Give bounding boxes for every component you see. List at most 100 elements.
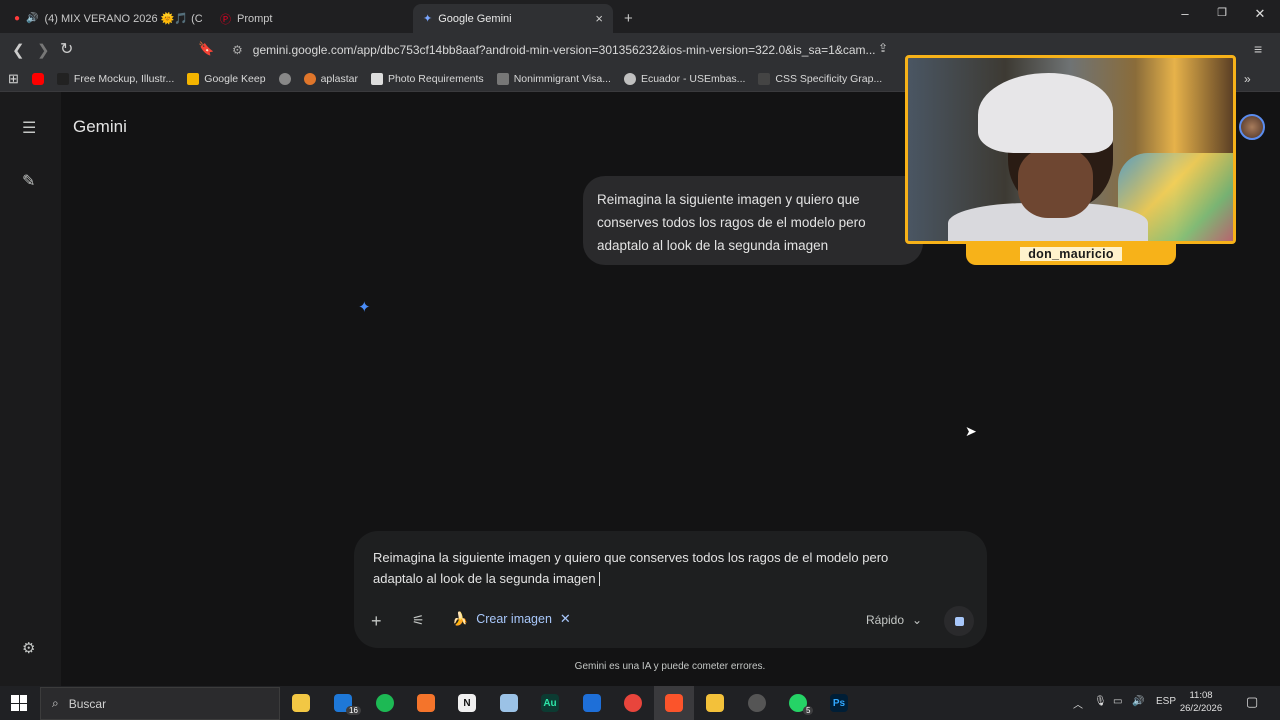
bookmark-item[interactable] <box>278 73 291 85</box>
stop-generation-button[interactable] <box>944 606 974 636</box>
app-icon[interactable] <box>748 694 766 712</box>
address-bar[interactable]: ⚙ gemini.google.com/app/dbc753cf14bb8aaf… <box>226 38 898 62</box>
bookmark-label: Free Mockup, Illustr... <box>73 73 175 85</box>
bookmark-label: CSS Specificity Grap... <box>775 73 883 85</box>
seal-icon <box>623 73 636 85</box>
app-title: Gemini <box>73 117 127 136</box>
minimize-icon[interactable]: – <box>1175 6 1195 21</box>
disclaimer-text: Gemini es una IA y puede cometer errores… <box>574 661 766 672</box>
clock[interactable]: 11:08 26/2/2026 <box>1178 689 1224 715</box>
webcam-face <box>1018 148 1093 218</box>
volume-icon[interactable]: 🔊 <box>1132 696 1144 707</box>
bookmark-icon <box>303 73 316 85</box>
new-tab-button[interactable]: + <box>620 4 644 33</box>
app-icon[interactable] <box>500 694 518 712</box>
page-icon <box>370 73 383 85</box>
prompt-input[interactable]: Reimagina la siguiente imagen y quiero q… <box>373 548 933 589</box>
back-icon[interactable]: ❮ <box>12 41 25 59</box>
tab-prompt[interactable]: Ⓟ Prompt <box>210 4 405 33</box>
bookmark-item[interactable]: Nonimmigrant Visa... <box>496 73 611 85</box>
gemini-icon: ✦ <box>423 13 433 25</box>
bookmark-label: Google Keep <box>204 73 266 85</box>
tab-gemini[interactable]: ✦ Google Gemini × <box>413 4 613 33</box>
more-bookmarks-icon[interactable]: » <box>1244 72 1251 86</box>
bookmark-label: aplastar <box>320 73 358 85</box>
youtube-icon <box>31 73 44 85</box>
webcam-cap <box>978 73 1113 153</box>
audition-icon[interactable]: Au <box>541 694 559 712</box>
mode-selector[interactable]: Rápido ⌄ <box>866 613 922 627</box>
gemini-sidebar: ☰ ✎ <box>0 92 61 686</box>
tab-label: Google Gemini <box>438 12 512 25</box>
bookmark-item[interactable]: Google Keep <box>187 73 266 85</box>
vscode-icon[interactable] <box>583 694 601 712</box>
streamer-nametag: don_mauricio <box>966 242 1176 265</box>
notifications-icon[interactable]: ▢ <box>1246 694 1258 710</box>
network-icon[interactable]: ▭ <box>1113 696 1122 707</box>
chip-label: Crear imagen <box>476 612 552 626</box>
prompt-composer[interactable]: Reimagina la siguiente imagen y quiero q… <box>354 531 987 648</box>
taskbar-search[interactable]: ⌕ Buscar <box>40 687 280 720</box>
user-message: Reimagina la siguiente imagen y quiero q… <box>583 176 923 265</box>
bookmark-icon[interactable]: 🔖 <box>198 41 214 57</box>
banana-icon: 🍌 <box>452 611 469 626</box>
search-placeholder: Buscar <box>68 696 107 711</box>
bookmark-item[interactable]: Photo Requirements <box>370 73 484 85</box>
language-indicator[interactable]: ESP <box>1156 696 1176 707</box>
windows-taskbar: ⌕ Buscar 16 N Au 5 Ps ︿ 🎙 ▭ 🔊 ESP 11:08 … <box>0 686 1280 720</box>
notion-icon[interactable]: N <box>458 694 476 712</box>
microphone-icon[interactable]: 🎙 <box>1094 696 1107 707</box>
bookmark-item[interactable]: Ecuador - USEmbas... <box>623 73 745 85</box>
close-window-icon[interactable]: ✕ <box>1250 6 1270 22</box>
file-explorer-icon[interactable] <box>706 694 724 712</box>
bookmark-icon <box>758 73 771 85</box>
apps-icon[interactable]: ⊞ <box>8 71 19 87</box>
tools-icon[interactable]: ⚟ <box>412 612 425 629</box>
xampp-icon[interactable] <box>417 694 435 712</box>
chrome-icon[interactable] <box>624 694 642 712</box>
settings-icon[interactable]: ⚙ <box>22 639 35 657</box>
clock-time: 11:08 <box>1189 690 1213 701</box>
add-attachment-button[interactable]: + <box>371 611 382 632</box>
menu-icon[interactable]: ☰ <box>22 118 36 138</box>
restore-icon[interactable]: ❐ <box>1212 6 1232 19</box>
menu-icon[interactable]: ≡ <box>1254 41 1262 57</box>
tab-label: (4) MIX VERANO 2026 🌞🎵 (Co <box>44 13 203 25</box>
search-icon: ⌕ <box>52 696 59 710</box>
speaker-icon: 🔊 <box>26 13 39 24</box>
outlook-badge: 16 <box>346 706 361 715</box>
stop-icon <box>954 616 964 626</box>
keep-icon <box>187 73 200 85</box>
share-icon[interactable]: ⇪ <box>878 41 888 55</box>
bookmark-icon <box>56 73 69 85</box>
chevron-up-icon[interactable]: ︿ <box>1073 696 1083 711</box>
globe-icon <box>278 73 291 85</box>
youtube-icon: ● <box>14 13 21 24</box>
site-settings-icon[interactable]: ⚙ <box>232 43 243 57</box>
spotify-icon[interactable] <box>376 694 394 712</box>
text-caret <box>599 572 601 587</box>
bookmark-item[interactable]: aplastar <box>303 73 358 85</box>
mode-label: Rápido <box>866 613 905 627</box>
remove-chip-icon[interactable]: ✕ <box>560 611 571 627</box>
streamer-name: don_mauricio <box>1020 246 1122 261</box>
url-text: gemini.google.com/app/dbc753cf14bb8aaf?a… <box>252 43 876 57</box>
windows-start-icon[interactable] <box>11 695 27 711</box>
reload-icon[interactable]: ↻ <box>60 39 73 59</box>
create-image-chip[interactable]: 🍌 Crear imagen ✕ <box>452 611 571 627</box>
bookmark-item[interactable]: CSS Specificity Grap... <box>758 73 882 85</box>
bookmark-label: Nonimmigrant Visa... <box>513 73 611 85</box>
youtube-bookmark[interactable] <box>31 73 44 85</box>
browser-tab-strip: ● 🔊 (4) MIX VERANO 2026 🌞🎵 (Co Ⓟ Prompt … <box>0 0 1280 33</box>
close-tab-icon[interactable]: × <box>595 11 603 26</box>
forward-icon[interactable]: ❯ <box>37 41 50 59</box>
avatar[interactable] <box>1239 114 1265 140</box>
photoshop-icon[interactable]: Ps <box>830 694 848 712</box>
pinterest-icon: Ⓟ <box>220 13 231 26</box>
tab-music[interactable]: ● 🔊 (4) MIX VERANO 2026 🌞🎵 (Co <box>4 4 202 33</box>
brave-icon[interactable] <box>665 694 683 712</box>
bookmark-item[interactable]: Free Mockup, Illustr... <box>56 73 175 85</box>
prompt-text: Reimagina la siguiente imagen y quiero q… <box>373 550 889 586</box>
store-icon[interactable] <box>292 694 310 712</box>
new-chat-icon[interactable]: ✎ <box>22 171 35 191</box>
